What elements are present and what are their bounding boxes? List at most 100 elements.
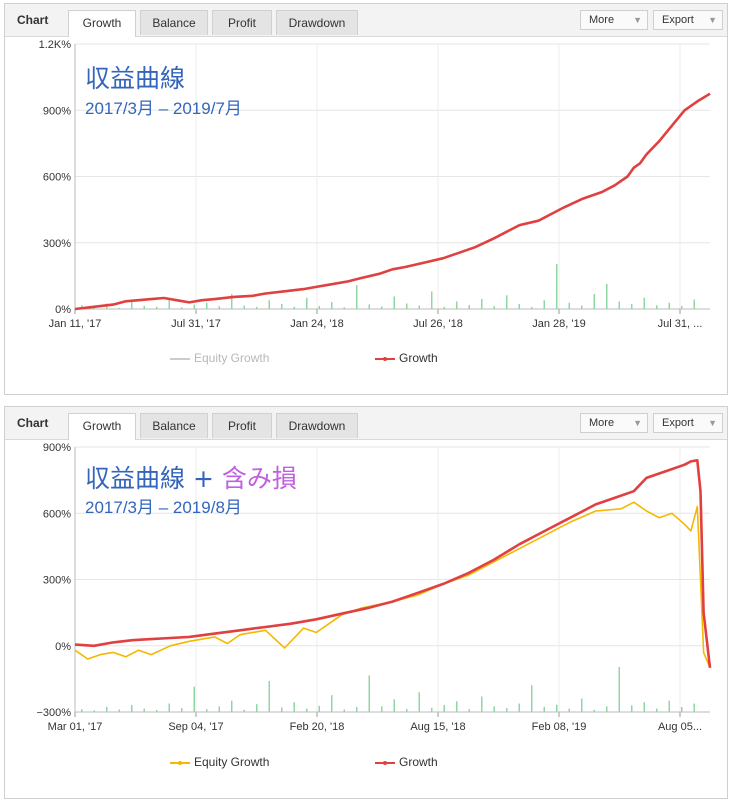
volume-bar [593,709,595,712]
volume-bar [518,703,520,712]
volume-bar [306,297,308,309]
growth-line [74,92,711,311]
y-tick-label: 1.2K% [39,39,72,51]
volume-bar [343,307,345,309]
volume-bar [456,301,458,309]
volume-bar [268,300,270,309]
chart-label: Chart [17,13,49,27]
tab-balance[interactable]: Balance [140,413,208,438]
legend-equity-label: Equity Growth [194,755,270,769]
x-tick-label: Aug 05... [658,721,702,733]
volume-bar [143,708,145,712]
volume-bar [318,306,320,309]
volume-bar [556,704,558,712]
volume-bar [568,302,570,309]
tab-balance[interactable]: Balance [140,10,208,35]
volume-bar [531,307,533,309]
tab-growth[interactable]: Growth [68,413,136,440]
tab-profit[interactable]: Profit [212,413,272,438]
overlay-title: 収益曲線 + 含み損 [85,459,297,495]
chevron-down-icon: ▼ [633,418,642,428]
export-button[interactable]: Export ▼ [653,413,723,433]
overlay-subtitle: 2017/3月 – 2019/7月 [85,99,242,118]
volume-bar [356,706,358,712]
export-label: Export [662,14,694,26]
volume-bar [256,307,258,309]
more-label: More [589,14,615,26]
volume-bar [93,710,95,712]
volume-bar [506,708,508,712]
volume-bar [143,306,145,309]
volume-bar [643,297,645,309]
chart-toolbar: Chart Growth Balance Profit Drawdown Mor… [5,407,727,440]
chevron-down-icon: ▼ [708,15,717,25]
more-label: More [589,417,615,429]
volume-bar [193,304,195,309]
volume-bar [581,698,583,712]
volume-bar [131,704,133,712]
volume-bar [231,700,233,712]
volume-bar [406,303,408,309]
overlay-title-suffix: 含み損 [221,464,297,493]
volume-bar [343,709,345,712]
y-tick-label: 600% [43,172,71,184]
volume-bar [581,305,583,309]
tab-drawdown[interactable]: Drawdown [276,10,358,35]
chart-panel-2: Chart Growth Balance Profit Drawdown Mor… [4,406,728,799]
volume-bar [106,706,108,712]
volume-bar [256,704,258,712]
volume-bar [468,709,470,712]
legend-equity-growth[interactable]: Equity Growth [170,755,269,769]
equity-line-icon [170,357,190,360]
legend-equity-growth[interactable]: Equity Growth [170,351,269,365]
legend-growth[interactable]: Growth [375,351,438,365]
volume-bar [293,306,295,309]
chart-toolbar: Chart Growth Balance Profit Drawdown Mor… [5,4,727,37]
legend-growth[interactable]: Growth [375,755,438,769]
y-tick-label: 900% [43,442,71,454]
y-tick-label: 0% [55,304,71,316]
volume-bar [556,264,558,309]
legend-equity-label: Equity Growth [194,351,270,365]
volume-bar [168,703,170,712]
volume-bar [493,706,495,712]
export-label: Export [662,417,694,429]
volume-bar [681,306,683,309]
x-tick-label: Jan 28, '19 [532,318,585,330]
export-button[interactable]: Export ▼ [653,10,723,30]
overlay-title: 収益曲線 [85,59,185,95]
volume-bar [243,709,245,712]
volume-bar [518,304,520,309]
tab-profit[interactable]: Profit [212,10,272,35]
volume-bar [118,709,120,712]
x-tick-label: Jan 24, '18 [290,318,343,330]
volume-bar [606,706,608,712]
volume-bar [506,295,508,309]
overlay-subtitle: 2017/3月 – 2019/8月 [85,498,242,517]
volume-bar [318,705,320,712]
volume-bar [393,699,395,712]
tab-growth[interactable]: Growth [68,10,136,37]
volume-bar [656,305,658,309]
more-button[interactable]: More ▼ [580,10,648,30]
overlay-title-main: 収益曲線 [85,64,186,93]
x-tick-label: Feb 20, '18 [290,721,345,733]
volume-bar [481,299,483,309]
growth-line-icon [375,760,395,765]
legend-growth-label: Growth [399,351,438,365]
equity-growth-line [74,501,711,669]
volume-bar [356,285,358,309]
tab-drawdown[interactable]: Drawdown [276,413,358,438]
volume-bar [393,296,395,309]
volume-bar [543,300,545,309]
volume-bar [543,706,545,712]
volume-bar [418,692,420,712]
volume-bar [443,704,445,712]
volume-bar [131,301,133,309]
volume-bar [618,667,620,712]
x-tick-label: Jul 31, '17 [171,318,221,330]
volume-bar [418,305,420,309]
volume-bar [668,302,670,309]
volume-bar [243,305,245,309]
more-button[interactable]: More ▼ [580,413,648,433]
